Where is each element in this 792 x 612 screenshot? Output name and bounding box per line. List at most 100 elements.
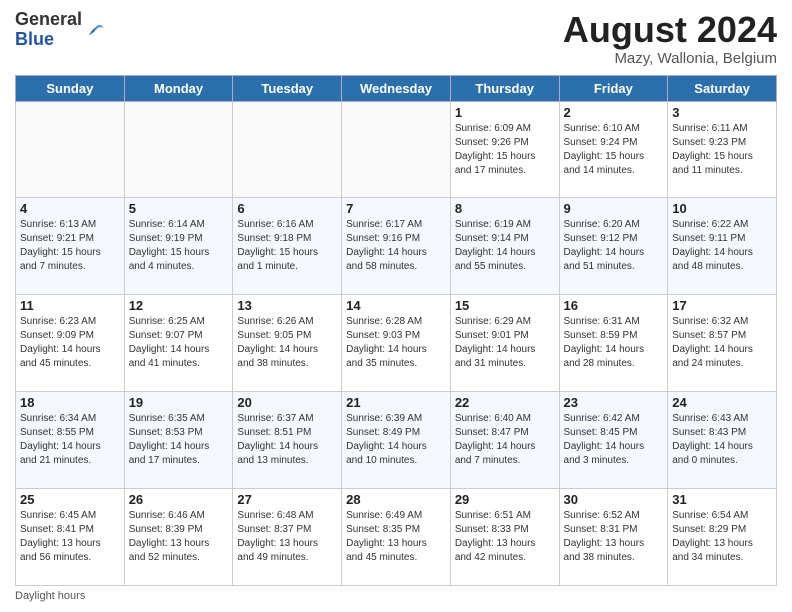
title-block: August 2024 Mazy, Wallonia, Belgium: [563, 10, 777, 67]
calendar-cell: 15Sunrise: 6:29 AM Sunset: 9:01 PM Dayli…: [450, 295, 559, 392]
calendar-cell: 20 Sunrise: 6:37 AM Sunset: 8:51 PM Dayli…: [233, 392, 342, 489]
calendar-cell: 29 Sunrise: 6:51 AM Sunset: 8:33 PM Dayli…: [450, 489, 559, 586]
day-info: Sunrise: 6:17 AM Sunset: 9:16 PM Dayligh…: [346, 218, 446, 274]
calendar-week-5: 25 Sunrise: 6:45 AM Sunset: 8:41 PM Dayli…: [16, 489, 777, 586]
calendar-cell: [342, 101, 451, 198]
col-header-wednesday: Wednesday: [342, 75, 451, 101]
month-year: August 2024: [563, 10, 777, 50]
day-number: 16: [564, 298, 664, 313]
calendar-cell: 24 Sunrise: 6:43 AM Sunset: 8:43 PM Dayli…: [668, 392, 777, 489]
day-number: 12: [129, 298, 229, 313]
day-info: Sunrise: 6:37 AM Sunset: 8:51 PM Dayligh…: [237, 412, 337, 468]
day-info: Sunrise: 6:46 AM Sunset: 8:39 PM Dayligh…: [129, 509, 229, 565]
day-info: Sunrise: 6:14 AM Sunset: 9:19 PM Dayligh…: [129, 218, 229, 274]
day-info: Sunrise: 6:35 AM Sunset: 8:53 PM Dayligh…: [129, 412, 229, 468]
calendar-cell: 1 Sunrise: 6:09 AM Sunset: 9:26 PM Daylig…: [450, 101, 559, 198]
calendar-cell: 7 Sunrise: 6:17 AM Sunset: 9:16 PM Daylig…: [342, 198, 451, 295]
day-info: Sunrise: 6:34 AM Sunset: 8:55 PM Dayligh…: [20, 412, 120, 468]
day-number: 1: [455, 105, 555, 120]
calendar-table: SundayMondayTuesdayWednesdayThursdayFrid…: [15, 75, 777, 586]
header: General Blue August 2024 Mazy, Wallonia,…: [15, 10, 777, 67]
day-number: 8: [455, 201, 555, 216]
col-header-saturday: Saturday: [668, 75, 777, 101]
daylight-label: Daylight hours: [15, 590, 85, 602]
day-info: Sunrise: 6:43 AM Sunset: 8:43 PM Dayligh…: [672, 412, 772, 468]
col-header-tuesday: Tuesday: [233, 75, 342, 101]
col-header-friday: Friday: [559, 75, 668, 101]
day-info: Sunrise: 6:25 AM Sunset: 9:07 PM Dayligh…: [129, 315, 229, 371]
calendar-cell: [233, 101, 342, 198]
col-header-sunday: Sunday: [16, 75, 125, 101]
calendar-header-row: SundayMondayTuesdayWednesdayThursdayFrid…: [16, 75, 777, 101]
logo-icon: [85, 19, 107, 41]
calendar-cell: 25 Sunrise: 6:45 AM Sunset: 8:41 PM Dayli…: [16, 489, 125, 586]
day-info: Sunrise: 6:49 AM Sunset: 8:35 PM Dayligh…: [346, 509, 446, 565]
day-number: 2: [564, 105, 664, 120]
calendar-cell: 11Sunrise: 6:23 AM Sunset: 9:09 PM Dayli…: [16, 295, 125, 392]
day-number: 30: [564, 492, 664, 507]
calendar-cell: 18 Sunrise: 6:34 AM Sunset: 8:55 PM Dayli…: [16, 392, 125, 489]
calendar-cell: 4Sunrise: 6:13 AM Sunset: 9:21 PM Daylig…: [16, 198, 125, 295]
calendar-cell: 16 Sunrise: 6:31 AM Sunset: 8:59 PM Dayli…: [559, 295, 668, 392]
day-number: 5: [129, 201, 229, 216]
calendar-cell: [16, 101, 125, 198]
day-number: 10: [672, 201, 772, 216]
day-info: Sunrise: 6:09 AM Sunset: 9:26 PM Dayligh…: [455, 122, 555, 178]
calendar-cell: 10 Sunrise: 6:22 AM Sunset: 9:11 PM Dayli…: [668, 198, 777, 295]
calendar-cell: 6 Sunrise: 6:16 AM Sunset: 9:18 PM Daylig…: [233, 198, 342, 295]
day-info: Sunrise: 6:28 AM Sunset: 9:03 PM Dayligh…: [346, 315, 446, 371]
day-number: 28: [346, 492, 446, 507]
calendar-cell: 2 Sunrise: 6:10 AM Sunset: 9:24 PM Daylig…: [559, 101, 668, 198]
day-number: 27: [237, 492, 337, 507]
calendar-cell: 30 Sunrise: 6:52 AM Sunset: 8:31 PM Dayli…: [559, 489, 668, 586]
day-number: 31: [672, 492, 772, 507]
day-info: Sunrise: 6:48 AM Sunset: 8:37 PM Dayligh…: [237, 509, 337, 565]
footer-note: Daylight hours: [15, 590, 777, 602]
day-number: 20: [237, 395, 337, 410]
day-info: Sunrise: 6:54 AM Sunset: 8:29 PM Dayligh…: [672, 509, 772, 565]
day-info: Sunrise: 6:10 AM Sunset: 9:24 PM Dayligh…: [564, 122, 664, 178]
day-info: Sunrise: 6:20 AM Sunset: 9:12 PM Dayligh…: [564, 218, 664, 274]
calendar-cell: 26 Sunrise: 6:46 AM Sunset: 8:39 PM Dayli…: [124, 489, 233, 586]
calendar-cell: 28 Sunrise: 6:49 AM Sunset: 8:35 PM Dayli…: [342, 489, 451, 586]
day-number: 24: [672, 395, 772, 410]
day-number: 6: [237, 201, 337, 216]
day-info: Sunrise: 6:51 AM Sunset: 8:33 PM Dayligh…: [455, 509, 555, 565]
day-info: Sunrise: 6:45 AM Sunset: 8:41 PM Dayligh…: [20, 509, 120, 565]
location: Mazy, Wallonia, Belgium: [563, 50, 777, 67]
calendar-week-1: 1 Sunrise: 6:09 AM Sunset: 9:26 PM Daylig…: [16, 101, 777, 198]
day-number: 3: [672, 105, 772, 120]
logo: General Blue: [15, 10, 107, 50]
calendar-cell: 5 Sunrise: 6:14 AM Sunset: 9:19 PM Daylig…: [124, 198, 233, 295]
calendar-cell: 17Sunrise: 6:32 AM Sunset: 8:57 PM Dayli…: [668, 295, 777, 392]
calendar-cell: 12 Sunrise: 6:25 AM Sunset: 9:07 PM Dayli…: [124, 295, 233, 392]
calendar-cell: 21Sunrise: 6:39 AM Sunset: 8:49 PM Dayli…: [342, 392, 451, 489]
day-number: 29: [455, 492, 555, 507]
day-info: Sunrise: 6:23 AM Sunset: 9:09 PM Dayligh…: [20, 315, 120, 371]
day-number: 7: [346, 201, 446, 216]
day-number: 26: [129, 492, 229, 507]
day-info: Sunrise: 6:22 AM Sunset: 9:11 PM Dayligh…: [672, 218, 772, 274]
calendar-week-3: 11Sunrise: 6:23 AM Sunset: 9:09 PM Dayli…: [16, 295, 777, 392]
calendar-week-4: 18 Sunrise: 6:34 AM Sunset: 8:55 PM Dayli…: [16, 392, 777, 489]
day-info: Sunrise: 6:32 AM Sunset: 8:57 PM Dayligh…: [672, 315, 772, 371]
day-info: Sunrise: 6:52 AM Sunset: 8:31 PM Dayligh…: [564, 509, 664, 565]
day-number: 25: [20, 492, 120, 507]
day-number: 21: [346, 395, 446, 410]
day-info: Sunrise: 6:26 AM Sunset: 9:05 PM Dayligh…: [237, 315, 337, 371]
day-info: Sunrise: 6:16 AM Sunset: 9:18 PM Dayligh…: [237, 218, 337, 274]
day-number: 15: [455, 298, 555, 313]
col-header-monday: Monday: [124, 75, 233, 101]
page: General Blue August 2024 Mazy, Wallonia,…: [0, 0, 792, 612]
day-number: 9: [564, 201, 664, 216]
day-info: Sunrise: 6:31 AM Sunset: 8:59 PM Dayligh…: [564, 315, 664, 371]
calendar-cell: 8Sunrise: 6:19 AM Sunset: 9:14 PM Daylig…: [450, 198, 559, 295]
calendar-cell: 27 Sunrise: 6:48 AM Sunset: 8:37 PM Dayli…: [233, 489, 342, 586]
calendar-cell: 31 Sunrise: 6:54 AM Sunset: 8:29 PM Dayli…: [668, 489, 777, 586]
day-number: 22: [455, 395, 555, 410]
day-number: 18: [20, 395, 120, 410]
day-number: 23: [564, 395, 664, 410]
calendar-cell: 13Sunrise: 6:26 AM Sunset: 9:05 PM Dayli…: [233, 295, 342, 392]
calendar-cell: 19Sunrise: 6:35 AM Sunset: 8:53 PM Dayli…: [124, 392, 233, 489]
day-info: Sunrise: 6:11 AM Sunset: 9:23 PM Dayligh…: [672, 122, 772, 178]
